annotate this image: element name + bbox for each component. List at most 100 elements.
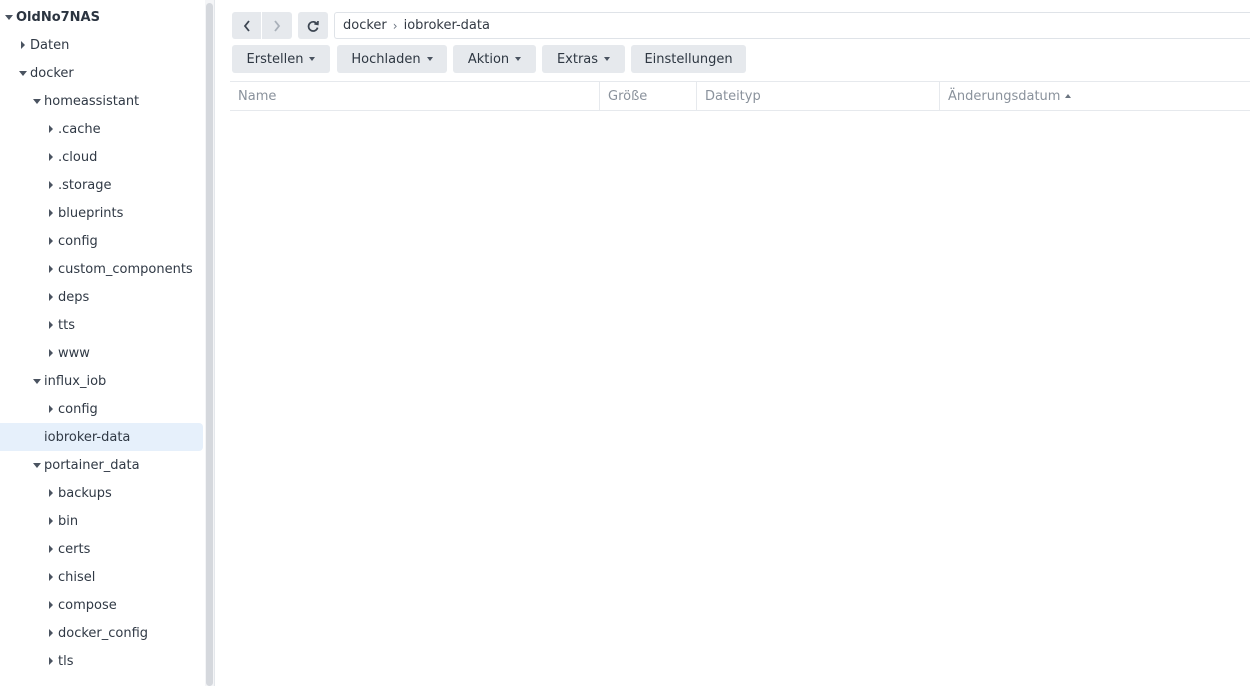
caret-right-icon[interactable] (44, 395, 58, 423)
tree-item-label: .cloud (58, 149, 98, 165)
caret-right-icon[interactable] (44, 227, 58, 255)
caret-down-icon[interactable] (30, 451, 44, 479)
tree-item-label: .cache (58, 121, 101, 137)
tree-item-www[interactable]: www (0, 339, 203, 367)
tree-item-label: www (58, 345, 90, 361)
caret-right-icon[interactable] (44, 283, 58, 311)
caret-right-icon[interactable] (44, 619, 58, 647)
tree-item-homeassistant[interactable]: homeassistant (0, 87, 203, 115)
caret-down-icon[interactable] (2, 3, 16, 31)
tree-item-docker[interactable]: docker (0, 59, 203, 87)
tree-item-label: chisel (58, 569, 96, 585)
tree-item-portainer-data[interactable]: portainer_data (0, 451, 203, 479)
tree-item-blueprints[interactable]: blueprints (0, 199, 203, 227)
tree-item-tts[interactable]: tts (0, 311, 203, 339)
tree-item-label: docker_config (58, 625, 149, 641)
tree-item-config[interactable]: config (0, 395, 203, 423)
tree-item-label: Daten (30, 37, 70, 53)
tree-item-tls[interactable]: tls (0, 647, 203, 675)
column-modified-label: Änderungsdatum (948, 88, 1061, 104)
sort-ascending-icon (1065, 94, 1072, 98)
action-button[interactable]: Aktion (453, 45, 536, 73)
upload-label: Hochladen (351, 51, 421, 67)
caret-right-icon[interactable] (44, 479, 58, 507)
caret-down-icon[interactable] (30, 367, 44, 395)
tree-item-chisel[interactable]: chisel (0, 563, 203, 591)
tree-item-label: influx_iob (44, 373, 107, 389)
tree-item-storage[interactable]: .storage (0, 171, 203, 199)
column-header-modified[interactable]: Änderungsdatum (948, 82, 1238, 110)
column-resize-handle[interactable] (939, 82, 940, 110)
path-bar[interactable]: docker › iobroker-data (334, 12, 1250, 39)
caret-right-icon[interactable] (44, 143, 58, 171)
caret-down-icon (515, 57, 522, 61)
tree-item-label: tls (58, 653, 74, 669)
tree-item-label: OldNo7NAS (16, 9, 100, 25)
column-size-label: Größe (608, 88, 648, 104)
tree-item-bin[interactable]: bin (0, 507, 203, 535)
tree-item-iobroker-data[interactable]: iobroker-data (0, 423, 203, 451)
tree-item-daten[interactable]: Daten (0, 31, 203, 59)
refresh-icon (307, 20, 319, 32)
refresh-button[interactable] (298, 12, 328, 39)
caret-right-icon[interactable] (44, 171, 58, 199)
forward-button[interactable] (262, 12, 292, 39)
path-separator: › (392, 18, 398, 33)
caret-right-icon[interactable] (44, 507, 58, 535)
tree-item-cache[interactable]: .cache (0, 115, 203, 143)
column-header-type[interactable]: Dateityp (705, 82, 939, 110)
caret-right-icon[interactable] (44, 199, 58, 227)
caret-right-icon[interactable] (44, 647, 58, 675)
tree-item-label: certs (58, 541, 91, 557)
caret-right-icon[interactable] (44, 563, 58, 591)
tree-item-compose[interactable]: compose (0, 591, 203, 619)
tree-item-oldno7nas[interactable]: OldNo7NAS (0, 3, 203, 31)
tree-item-label: bin (58, 513, 79, 529)
caret-right-icon[interactable] (44, 311, 58, 339)
tree-item-label: compose (58, 597, 117, 613)
tree-item-custom-components[interactable]: custom_components (0, 255, 203, 283)
tree-item-backups[interactable]: backups (0, 479, 203, 507)
file-table-header: Name Größe Dateityp Änderungsdatum (230, 81, 1250, 111)
column-resize-handle[interactable] (599, 82, 600, 110)
tree-item-docker-config[interactable]: docker_config (0, 619, 203, 647)
tree-item-certs[interactable]: certs (0, 535, 203, 563)
action-label: Aktion (467, 51, 510, 67)
back-button[interactable] (232, 12, 261, 39)
tree-item-label: portainer_data (44, 457, 140, 473)
caret-right-icon[interactable] (44, 535, 58, 563)
upload-button[interactable]: Hochladen (337, 45, 447, 73)
tree-item-label: custom_components (58, 261, 193, 277)
caret-right-icon[interactable] (44, 255, 58, 283)
extras-button[interactable]: Extras (542, 45, 625, 73)
tree-item-label: backups (58, 485, 112, 501)
caret-right-icon[interactable] (16, 31, 30, 59)
tree-item-cloud[interactable]: .cloud (0, 143, 203, 171)
path-segment-parent[interactable]: docker (343, 18, 387, 33)
tree-item-label: config (58, 233, 98, 249)
sidebar-divider[interactable] (214, 0, 215, 686)
caret-down-icon[interactable] (16, 59, 30, 87)
tree-item-label: deps (58, 289, 90, 305)
tree-item-label: config (58, 401, 98, 417)
column-resize-handle[interactable] (696, 82, 697, 110)
caret-right-icon[interactable] (44, 591, 58, 619)
path-segment-current[interactable]: iobroker-data (404, 18, 490, 33)
chevron-right-icon (274, 19, 281, 32)
column-header-name[interactable]: Name (238, 82, 598, 110)
column-header-size[interactable]: Größe (608, 82, 696, 110)
settings-button[interactable]: Einstellungen (631, 45, 746, 73)
tree-item-label: homeassistant (44, 93, 140, 109)
extras-label: Extras (556, 51, 599, 67)
tree-item-deps[interactable]: deps (0, 283, 203, 311)
caret-right-icon[interactable] (44, 339, 58, 367)
caret-down-icon (426, 57, 433, 61)
create-button[interactable]: Erstellen (232, 45, 330, 73)
tree-item-config[interactable]: config (0, 227, 203, 255)
tree-item-influx-iob[interactable]: influx_iob (0, 367, 203, 395)
caret-right-icon[interactable] (44, 115, 58, 143)
sidebar-scrollbar-thumb[interactable] (206, 3, 213, 686)
chevron-left-icon (243, 19, 250, 32)
caret-down-icon[interactable] (30, 87, 44, 115)
file-list-empty-area[interactable] (230, 111, 1250, 686)
